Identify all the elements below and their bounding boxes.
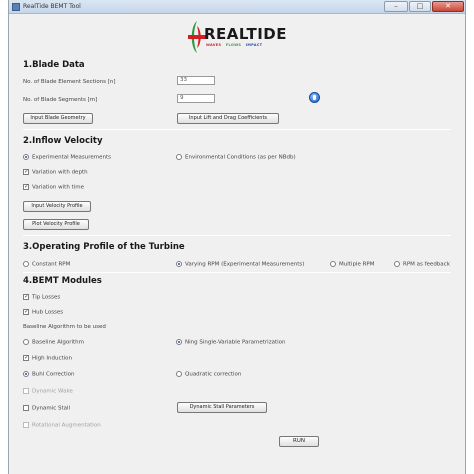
radio-multiple-rpm[interactable]: Multiple RPM bbox=[330, 261, 374, 268]
check-dynamic-stall[interactable]: Dynamic Stall bbox=[23, 405, 70, 412]
blade-segments-label: No. of Blade Segments [m] bbox=[23, 97, 98, 103]
title-bar[interactable]: RealTide BEMT Tool – □ ✕ bbox=[9, 0, 465, 14]
radio-icon bbox=[330, 261, 336, 267]
radio-quadratic-correction[interactable]: Quadratic correction bbox=[176, 371, 241, 378]
realtide-logo: REALTIDE WAVES FLOWS IMPACT bbox=[186, 20, 287, 54]
radio-icon bbox=[23, 154, 29, 160]
radio-ning-parametrization[interactable]: Ning Single-Variable Parametrization bbox=[176, 339, 286, 346]
radio-icon bbox=[23, 261, 29, 267]
input-lift-drag-button[interactable]: Input Lift and Drag Coefficients bbox=[177, 113, 279, 124]
check-icon: ✓ bbox=[23, 168, 30, 175]
section-bemt-modules: 4.BEMT Modules bbox=[23, 276, 102, 286]
check-variation-time[interactable]: ✓ Variation with time bbox=[23, 184, 84, 191]
blade-sections-input[interactable]: 33 bbox=[177, 76, 215, 85]
check-rotational-augmentation[interactable]: Rotational Augmentation bbox=[23, 422, 101, 429]
app-window: RealTide BEMT Tool – □ ✕ REALTIDE WAVES … bbox=[8, 0, 466, 474]
check-icon: ✓ bbox=[23, 183, 30, 190]
check-icon bbox=[23, 388, 29, 394]
check-icon bbox=[23, 422, 29, 428]
radio-rpm-feedback[interactable]: RPM as feedback bbox=[394, 261, 450, 268]
separator bbox=[23, 129, 451, 130]
radio-icon bbox=[176, 154, 182, 160]
radio-icon bbox=[176, 339, 182, 345]
run-button[interactable]: RUN bbox=[279, 436, 319, 447]
section-inflow-velocity: 2.Inflow Velocity bbox=[23, 136, 103, 146]
app-icon bbox=[12, 3, 20, 11]
dynamic-stall-parameters-button[interactable]: Dynamic Stall Parameters bbox=[177, 402, 267, 413]
check-dynamic-wake[interactable]: Dynamic Wake bbox=[23, 388, 73, 395]
logo-text: REALTIDE bbox=[204, 25, 287, 43]
check-icon: ✓ bbox=[23, 354, 30, 361]
radio-constant-rpm[interactable]: Constant RPM bbox=[23, 261, 70, 268]
section-blade-data: 1.Blade Data bbox=[23, 60, 85, 70]
separator bbox=[23, 235, 451, 236]
input-velocity-profile-button[interactable]: Input Velocity Profile bbox=[23, 201, 91, 212]
radio-environmental[interactable]: Environmental Conditions (as per NBdb) bbox=[176, 154, 296, 161]
algorithm-label: Baseline Algorithm to be used bbox=[23, 324, 106, 330]
logo-tagline: WAVES FLOWS IMPACT bbox=[206, 43, 263, 47]
separator bbox=[23, 272, 451, 273]
check-icon: ✓ bbox=[23, 293, 30, 300]
info-icon[interactable] bbox=[309, 92, 320, 103]
check-high-induction[interactable]: ✓ High Induction bbox=[23, 355, 72, 362]
blade-sections-label: No. of Blade Element Sections [n] bbox=[23, 79, 116, 85]
radio-varying-rpm[interactable]: Varying RPM (Experimental Measurements) bbox=[176, 261, 304, 268]
check-tip-losses[interactable]: ✓ Tip Losses bbox=[23, 294, 60, 301]
check-icon: ✓ bbox=[23, 308, 30, 315]
radio-icon bbox=[176, 371, 182, 377]
check-hub-losses[interactable]: ✓ Hub Losses bbox=[23, 309, 63, 316]
plot-velocity-profile-button[interactable]: Plot Velocity Profile bbox=[23, 219, 89, 230]
radio-icon bbox=[394, 261, 400, 267]
input-blade-geometry-button[interactable]: Input Blade Geometry bbox=[23, 113, 93, 124]
radio-icon bbox=[176, 261, 182, 267]
window-title: RealTide BEMT Tool bbox=[23, 3, 81, 10]
section-operating-profile: 3.Operating Profile of the Turbine bbox=[23, 242, 185, 252]
blade-segments-input[interactable]: 9 bbox=[177, 94, 215, 103]
maximize-button[interactable]: □ bbox=[409, 1, 431, 12]
check-icon bbox=[23, 405, 29, 411]
radio-icon bbox=[23, 371, 29, 377]
close-button[interactable]: ✕ bbox=[432, 1, 464, 12]
radio-experimental[interactable]: Experimental Measurements bbox=[23, 154, 111, 161]
minimize-button[interactable]: – bbox=[384, 1, 408, 12]
radio-icon bbox=[23, 339, 29, 345]
radio-baseline-algorithm[interactable]: Baseline Algorithm bbox=[23, 339, 84, 346]
check-variation-depth[interactable]: ✓ Variation with depth bbox=[23, 169, 88, 176]
radio-buhl-correction[interactable]: Buhl Correction bbox=[23, 371, 74, 378]
